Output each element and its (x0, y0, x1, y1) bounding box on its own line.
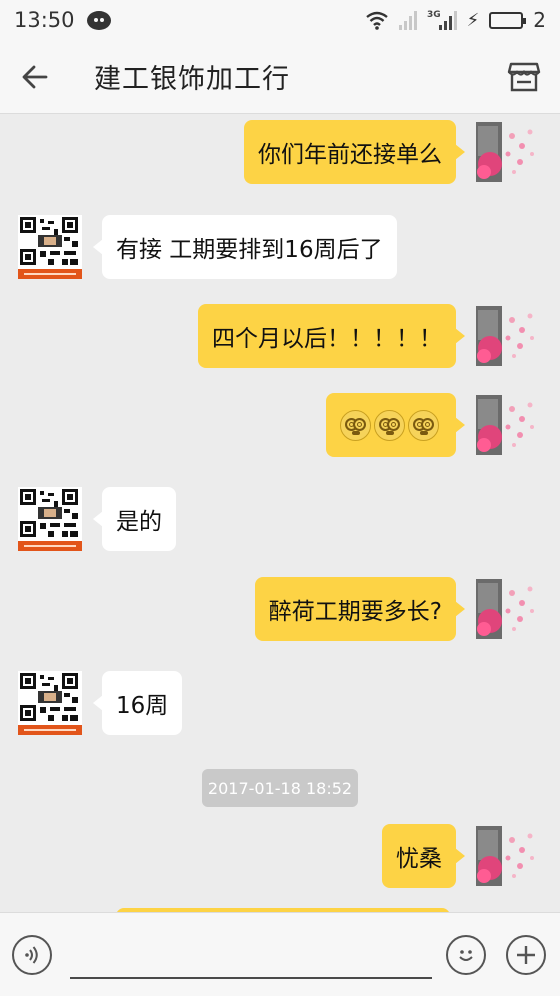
message-text: 是的 (116, 509, 162, 535)
signal-icon (398, 10, 417, 30)
dizzy-face-emoji (408, 409, 439, 441)
qr-code-avatar (18, 487, 82, 551)
back-button[interactable] (0, 40, 70, 114)
message-timestamp: 2017-01-18 18:52 (202, 769, 358, 807)
avatar-image (476, 395, 534, 455)
qr-code-avatar (18, 215, 82, 279)
my-avatar[interactable] (476, 824, 540, 888)
message-bubble-sent[interactable]: 四个月以后！！！！！ (198, 304, 465, 368)
emoji-button[interactable] (446, 935, 486, 975)
message-list[interactable]: 你们年前还接单么 有接 工期要排到16周后了 四个月以后！！！！！ 是的 醉荷工… (0, 114, 560, 912)
more-button[interactable] (506, 935, 546, 975)
battery-icon (489, 11, 527, 29)
plus-icon (517, 946, 535, 964)
message-text: 你们年前还接单么 (258, 142, 442, 168)
my-avatar[interactable] (476, 304, 540, 368)
charging-icon: ⚡ (466, 9, 480, 31)
page-title: 建工银饰加工行 (94, 64, 290, 95)
message-text: 有接 工期要排到16周后了 (116, 237, 383, 263)
message-bubble-sent[interactable]: 忧桑 (382, 824, 465, 888)
message-bubble-sent[interactable]: 你们年前还接单么 (244, 120, 465, 184)
emoji-face-icon (459, 950, 473, 961)
my-avatar[interactable] (476, 577, 540, 641)
input-bar (0, 912, 560, 996)
message-bubble-received[interactable]: 是的 (93, 487, 176, 551)
dizzy-face-emoji (340, 409, 371, 441)
chat-header: 建工银饰加工行 (0, 40, 560, 114)
message-bubble-received[interactable]: 16周 (92, 671, 183, 735)
message-text: 四个月以后！！！！！ (212, 326, 442, 352)
avatar-image (476, 122, 534, 182)
status-time: 13:50 (14, 8, 75, 32)
avatar-image (476, 826, 534, 886)
message-bubble-received[interactable]: 有接 工期要排到16周后了 (93, 215, 397, 279)
dizzy-face-emoji (374, 409, 405, 441)
avatar-image (476, 579, 534, 639)
shop-icon (507, 62, 541, 91)
message-input[interactable] (70, 933, 432, 979)
voice-icon (25, 946, 38, 964)
message-text: 醉荷工期要多长? (268, 599, 442, 625)
my-avatar[interactable] (476, 393, 540, 457)
message-text: 忧桑 (396, 846, 442, 872)
qr-code-avatar (18, 671, 82, 735)
status-indicators: 3G ⚡ 2 (365, 8, 546, 32)
signal-3g-icon (438, 10, 457, 30)
message-bubble-sent[interactable]: 醉荷工期要多长? (254, 577, 466, 641)
chat-screen: 13:50 3G ⚡ 2 建工银饰加工行 你们年前还接单么 有接 工期要排到16… (0, 0, 560, 996)
message-text: 16周 (116, 693, 169, 719)
wifi-icon (366, 11, 388, 30)
status-bar: 13:50 3G ⚡ 2 (0, 0, 560, 40)
contact-avatar[interactable] (18, 671, 82, 735)
back-arrow-icon (22, 65, 48, 88)
voice-button[interactable] (12, 935, 52, 975)
shop-button[interactable] (488, 40, 560, 114)
wechat-icon (86, 10, 111, 30)
contact-avatar[interactable] (18, 215, 82, 279)
my-avatar[interactable] (476, 120, 540, 184)
battery-level: 2 (533, 8, 546, 32)
avatar-image (476, 306, 534, 366)
message-bubble-sent[interactable] (326, 393, 465, 457)
contact-avatar[interactable] (18, 487, 82, 551)
